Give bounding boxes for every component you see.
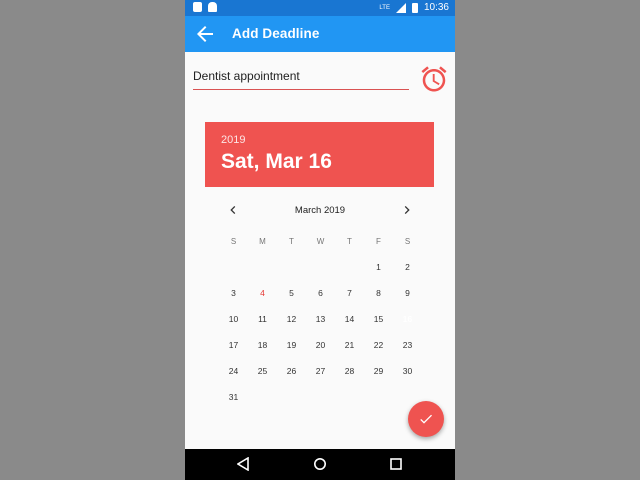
calendar-day-16[interactable]: 16 bbox=[393, 306, 422, 332]
nav-recents-icon[interactable] bbox=[389, 457, 403, 471]
weekday-label: S bbox=[230, 236, 237, 246]
calendar-empty-cell bbox=[364, 384, 393, 410]
status-bar: LTE 10:36 bbox=[185, 0, 455, 16]
chevron-right-icon[interactable] bbox=[399, 202, 415, 218]
calendar-day-1[interactable]: 1 bbox=[364, 254, 393, 280]
weekday-label: W bbox=[316, 236, 325, 246]
calendar-grid: S M T W T F S 1 2 3 4 5 6 7 8 9 10 11 12 13 14 15 16 17 1… bbox=[219, 228, 422, 410]
calendar-day-27[interactable]: 27 bbox=[306, 358, 335, 384]
calendar-empty-cell bbox=[277, 384, 306, 410]
calendar-week-row: 31 bbox=[219, 384, 422, 410]
calendar-day-28[interactable]: 28 bbox=[335, 358, 364, 384]
selected-date-header: 2019 Sat, Mar 16 bbox=[205, 122, 434, 187]
calendar-day-2[interactable]: 2 bbox=[393, 254, 422, 280]
calendar-day-11[interactable]: 11 bbox=[248, 306, 277, 332]
calendar-empty-cell bbox=[306, 254, 335, 280]
calendar-day-6[interactable]: 6 bbox=[306, 280, 335, 306]
system-nav-bar bbox=[185, 449, 455, 480]
weekday-label: M bbox=[259, 236, 266, 246]
selected-year[interactable]: 2019 bbox=[221, 134, 245, 146]
calendar-day-12[interactable]: 12 bbox=[277, 306, 306, 332]
calendar-day-25[interactable]: 25 bbox=[248, 358, 277, 384]
calendar-week-row: 3456789 bbox=[219, 280, 422, 306]
deadline-name-input[interactable] bbox=[193, 63, 409, 83]
calendar-empty-cell bbox=[219, 254, 248, 280]
calendar-day-9[interactable]: 9 bbox=[393, 280, 422, 306]
calendar-day-10[interactable]: 10 bbox=[219, 306, 248, 332]
arrow-left-icon[interactable] bbox=[193, 22, 217, 46]
calendar-empty-cell bbox=[277, 254, 306, 280]
calendar-day-29[interactable]: 29 bbox=[364, 358, 393, 384]
signal-icon bbox=[395, 3, 406, 13]
chevron-left-icon[interactable] bbox=[225, 202, 241, 218]
phone-screen: LTE 10:36 Add Deadline 2019 Sat, Mar 16 … bbox=[185, 0, 455, 480]
calendar-week-row: 12 bbox=[219, 254, 422, 280]
calendar-day-4[interactable]: 4 bbox=[248, 280, 277, 306]
android-notification-icon bbox=[208, 2, 217, 12]
calendar-day-7[interactable]: 7 bbox=[335, 280, 364, 306]
calendar-day-13[interactable]: 13 bbox=[306, 306, 335, 332]
save-deadline-button[interactable] bbox=[408, 401, 444, 437]
calendar-day-20[interactable]: 20 bbox=[306, 332, 335, 358]
weekday-label: T bbox=[347, 236, 352, 246]
calendar-week-row: 10 11 12 13 14 15 16 bbox=[219, 306, 422, 332]
selected-date[interactable]: Sat, Mar 16 bbox=[221, 150, 332, 174]
calendar-week-row: 17 18 19 20 21 22 23 bbox=[219, 332, 422, 358]
calendar-empty-cell bbox=[306, 384, 335, 410]
calendar-empty-cell bbox=[248, 384, 277, 410]
calendar-empty-cell bbox=[335, 384, 364, 410]
battery-icon bbox=[411, 3, 418, 13]
weekday-label: T bbox=[289, 236, 294, 246]
nav-back-icon[interactable] bbox=[237, 457, 251, 471]
sim-notification-icon bbox=[193, 2, 202, 12]
weekday-label: S bbox=[404, 236, 411, 246]
calendar-day-3[interactable]: 3 bbox=[219, 280, 248, 306]
network-type-label: LTE bbox=[379, 5, 390, 11]
calendar-day-19[interactable]: 19 bbox=[277, 332, 306, 358]
calendar-day-21[interactable]: 21 bbox=[335, 332, 364, 358]
calendar-empty-cell bbox=[248, 254, 277, 280]
calendar-empty-cell bbox=[335, 254, 364, 280]
calendar-day-30[interactable]: 30 bbox=[393, 358, 422, 384]
nav-home-icon[interactable] bbox=[313, 457, 327, 471]
calendar-week-row: 24 25 26 27 28 29 30 bbox=[219, 358, 422, 384]
page-title: Add Deadline bbox=[232, 26, 320, 41]
calendar-day-23[interactable]: 23 bbox=[393, 332, 422, 358]
weekday-header-row: S M T W T F S bbox=[219, 228, 422, 254]
calendar-day-8[interactable]: 8 bbox=[364, 280, 393, 306]
calendar-day-15[interactable]: 15 bbox=[364, 306, 393, 332]
calendar-day-5[interactable]: 5 bbox=[277, 280, 306, 306]
calendar-day-24[interactable]: 24 bbox=[219, 358, 248, 384]
calendar-day-26[interactable]: 26 bbox=[277, 358, 306, 384]
weekday-label: F bbox=[376, 236, 381, 246]
calendar-day-31[interactable]: 31 bbox=[219, 384, 248, 410]
deadline-name-field[interactable] bbox=[193, 63, 409, 90]
calendar-day-17[interactable]: 17 bbox=[219, 332, 248, 358]
app-bar: Add Deadline bbox=[185, 16, 455, 52]
calendar-day-18[interactable]: 18 bbox=[248, 332, 277, 358]
alarm-clock-icon[interactable] bbox=[419, 64, 449, 94]
calendar-day-14[interactable]: 14 bbox=[335, 306, 364, 332]
calendar-weeks: 1 2 3 4 5 6 7 8 9 10 11 12 13 14 15 16 17 18 19 20 21 22 23 24 2… bbox=[219, 254, 422, 410]
check-icon bbox=[420, 414, 432, 424]
status-time: 10:36 bbox=[423, 2, 449, 13]
calendar-day-22[interactable]: 22 bbox=[364, 332, 393, 358]
month-label: March 2019 bbox=[294, 205, 346, 216]
